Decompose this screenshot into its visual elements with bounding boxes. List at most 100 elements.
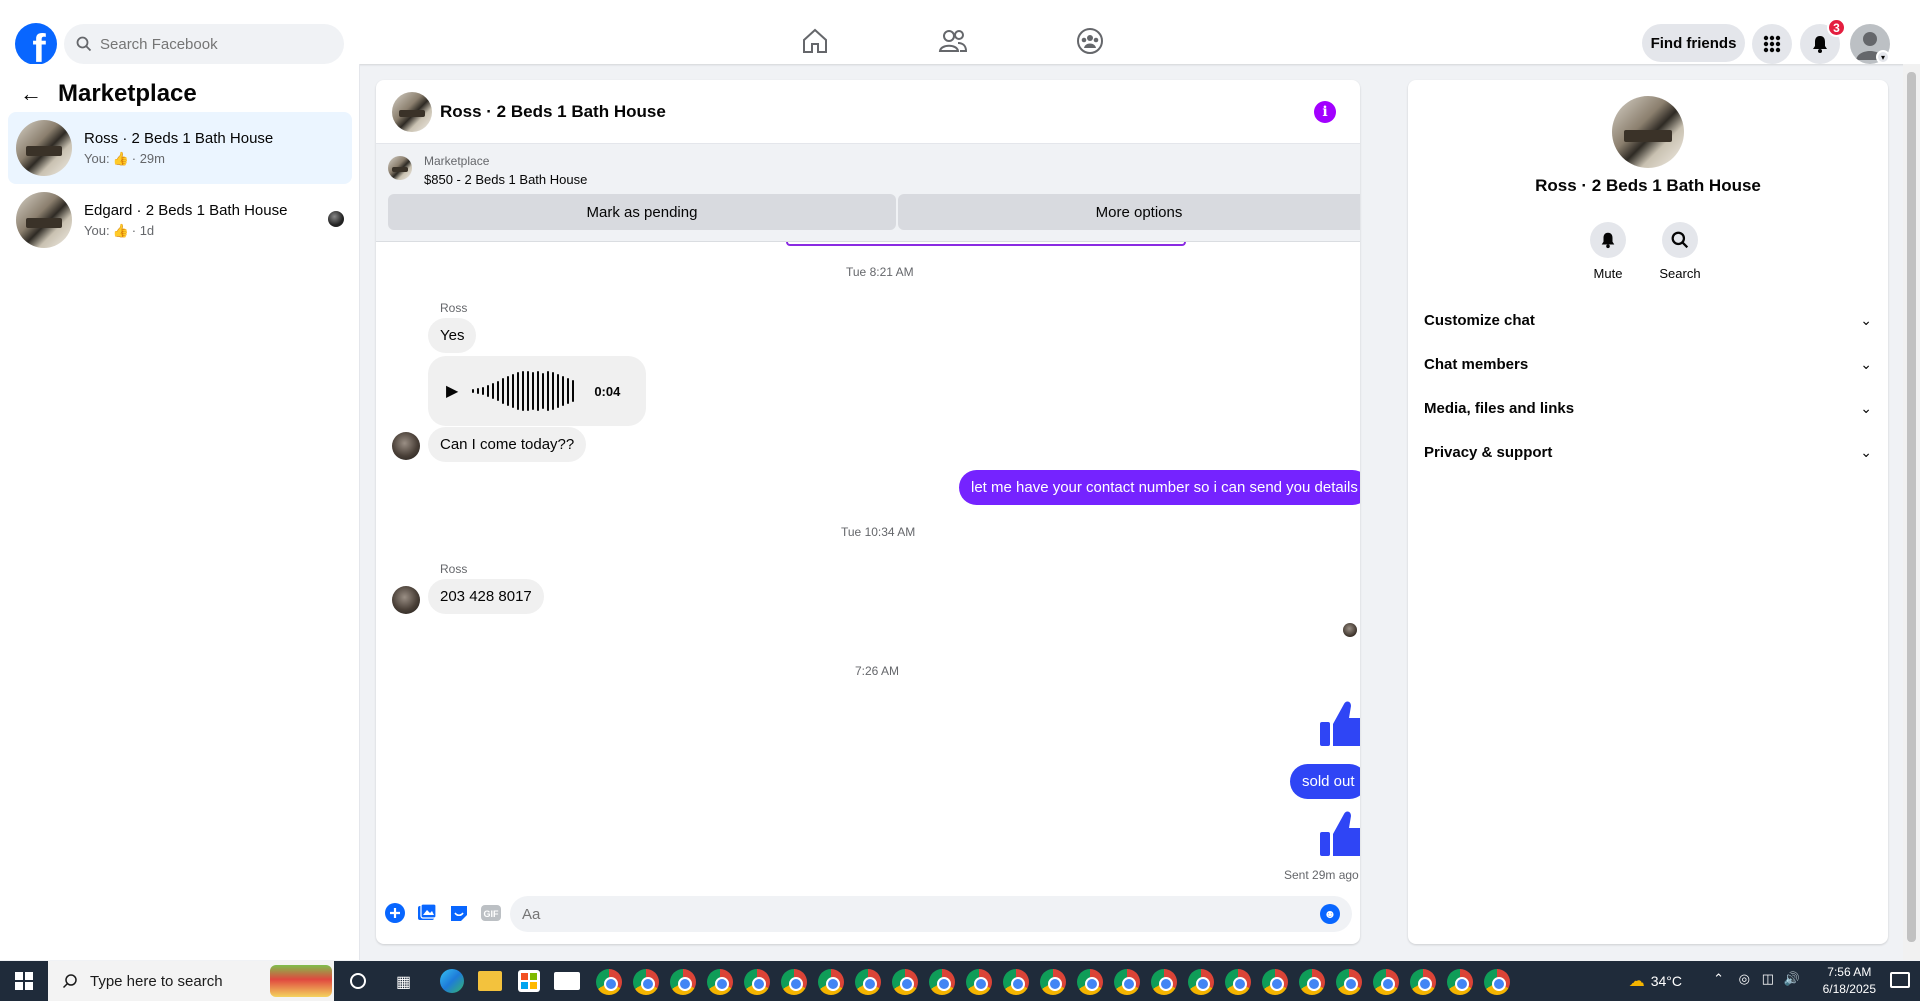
- notifications-button[interactable]: 3: [1800, 18, 1846, 64]
- store-icon[interactable]: [518, 970, 540, 992]
- mute-label: Mute: [1593, 266, 1623, 281]
- task-view-icon[interactable]: ▦: [396, 972, 411, 992]
- chrome-icon[interactable]: [1410, 969, 1436, 995]
- chrome-icon[interactable]: [1114, 969, 1140, 995]
- gif-icon[interactable]: GIF: [480, 902, 502, 924]
- cortana-icon[interactable]: [350, 973, 366, 989]
- chrome-icon[interactable]: [596, 969, 622, 995]
- chrome-icon[interactable]: [1299, 969, 1325, 995]
- search-icon: [76, 36, 92, 52]
- tray-chevron-icon[interactable]: ⌃: [1713, 971, 1724, 987]
- section-chat-members[interactable]: Chat members ⌄: [1416, 342, 1880, 386]
- more-options-button[interactable]: More options: [898, 194, 1360, 230]
- find-friends-button[interactable]: Find friends: [1642, 24, 1745, 62]
- weather-widget[interactable]: ☁ 34°C: [1629, 971, 1682, 991]
- chat-title[interactable]: Ross · 2 Beds 1 Bath House: [440, 102, 666, 122]
- page-scroll-thumb[interactable]: [1907, 72, 1916, 942]
- chevron-down-icon[interactable]: ▾: [1876, 50, 1890, 64]
- section-privacy-support[interactable]: Privacy & support ⌄: [1416, 430, 1880, 474]
- info-icon[interactable]: i: [1314, 101, 1336, 123]
- clock-date: 6/18/2025: [1822, 982, 1876, 996]
- chevron-down-icon: ⌄: [1860, 399, 1872, 416]
- search-icon: [1671, 231, 1689, 249]
- volume-icon[interactable]: 🔊: [1784, 971, 1800, 987]
- conversation-item[interactable]: Ross · 2 Beds 1 Bath House You: 👍 · 29m: [8, 112, 352, 184]
- voice-message[interactable]: ▶ 0:04: [428, 356, 646, 426]
- chrome-icon[interactable]: [1447, 969, 1473, 995]
- waveform-bar: [482, 387, 485, 395]
- mail-icon[interactable]: [554, 972, 580, 990]
- section-customize-chat[interactable]: Customize chat ⌄: [1416, 298, 1880, 342]
- chrome-icon[interactable]: [818, 969, 844, 995]
- chrome-icon[interactable]: [781, 969, 807, 995]
- mark-as-pending-button[interactable]: Mark as pending: [388, 194, 896, 230]
- waveform-bar: [472, 389, 475, 393]
- play-icon[interactable]: ▶: [446, 381, 458, 401]
- message-input[interactable]: [510, 896, 1352, 932]
- chrome-icon[interactable]: [1262, 969, 1288, 995]
- edge-icon[interactable]: [440, 969, 464, 993]
- chrome-icon[interactable]: [966, 969, 992, 995]
- chrome-icon[interactable]: [1484, 969, 1510, 995]
- clock-time: 7:56 AM: [1827, 965, 1872, 979]
- chrome-icon[interactable]: [1040, 969, 1066, 995]
- emoji-icon[interactable]: ☻: [1320, 904, 1340, 924]
- chrome-icon[interactable]: [633, 969, 659, 995]
- sender-avatar[interactable]: [392, 586, 420, 614]
- search-input[interactable]: [100, 35, 320, 53]
- back-arrow-icon[interactable]: ←: [20, 81, 42, 107]
- waveform-bar: [522, 371, 525, 411]
- sender-avatar[interactable]: [392, 432, 420, 460]
- network-icon[interactable]: ◫: [1762, 971, 1774, 987]
- groups-icon[interactable]: [1073, 24, 1107, 58]
- chrome-icon[interactable]: [929, 969, 955, 995]
- page-scrollbar[interactable]: [1903, 64, 1920, 960]
- conversation-item[interactable]: Edgard · 2 Beds 1 Bath House You: 👍 · 1d: [8, 184, 352, 256]
- chrome-icon[interactable]: [1373, 969, 1399, 995]
- chrome-icon[interactable]: [670, 969, 696, 995]
- chrome-icon[interactable]: [892, 969, 918, 995]
- friends-icon[interactable]: [936, 24, 970, 58]
- waveform-bar: [512, 374, 515, 408]
- outgoing-message[interactable]: let me have your contact number so i can…: [959, 470, 1360, 505]
- waveform-bar: [492, 383, 495, 399]
- chrome-icon[interactable]: [1003, 969, 1029, 995]
- chrome-icon[interactable]: [1077, 969, 1103, 995]
- sticker-icon[interactable]: [448, 902, 470, 924]
- mute-button[interactable]: Mute: [1578, 222, 1638, 281]
- listing-price[interactable]: $850 - 2 Beds 1 Bath House: [424, 172, 587, 187]
- listing-thumbnail[interactable]: [392, 91, 432, 132]
- location-icon[interactable]: ◎: [1739, 971, 1750, 987]
- thumbs-up-icon[interactable]: [1318, 808, 1360, 860]
- search-conversation-button[interactable]: Search: [1650, 222, 1710, 281]
- message-timestamp: Tue 8:21 AM: [846, 265, 914, 279]
- outgoing-message[interactable]: sold out: [1290, 764, 1360, 799]
- waveform-bar: [547, 371, 550, 411]
- incoming-message[interactable]: Yes: [428, 318, 477, 353]
- windows-start-button[interactable]: [0, 961, 48, 1001]
- file-explorer-icon[interactable]: [478, 971, 502, 991]
- home-icon[interactable]: [798, 24, 832, 58]
- section-media-files-links[interactable]: Media, files and links ⌄: [1416, 386, 1880, 430]
- image-icon[interactable]: [416, 902, 438, 924]
- menu-grid-button[interactable]: [1752, 24, 1792, 64]
- chrome-icon[interactable]: [707, 969, 733, 995]
- incoming-message[interactable]: Can I come today??: [428, 427, 587, 462]
- chrome-icon[interactable]: [1151, 969, 1177, 995]
- listing-thumbnail[interactable]: [1612, 96, 1684, 168]
- chrome-icon[interactable]: [744, 969, 770, 995]
- thumbs-up-icon: 👍: [112, 150, 129, 166]
- chrome-icon[interactable]: [1188, 969, 1214, 995]
- plus-icon[interactable]: [384, 902, 406, 924]
- facebook-search[interactable]: [64, 24, 344, 64]
- conversation-preview: You: 👍 · 1d: [84, 223, 287, 239]
- notification-center-icon[interactable]: [1890, 972, 1910, 988]
- incoming-message[interactable]: 203 428 8017: [428, 579, 544, 614]
- chrome-icon[interactable]: [855, 969, 881, 995]
- chrome-icon[interactable]: [1225, 969, 1251, 995]
- taskbar-clock[interactable]: 7:56 AM 6/18/2025: [1823, 964, 1876, 998]
- facebook-logo[interactable]: f: [15, 23, 57, 65]
- thumbs-up-icon[interactable]: [1318, 698, 1360, 750]
- temperature: 34°C: [1650, 973, 1682, 989]
- chrome-icon[interactable]: [1336, 969, 1362, 995]
